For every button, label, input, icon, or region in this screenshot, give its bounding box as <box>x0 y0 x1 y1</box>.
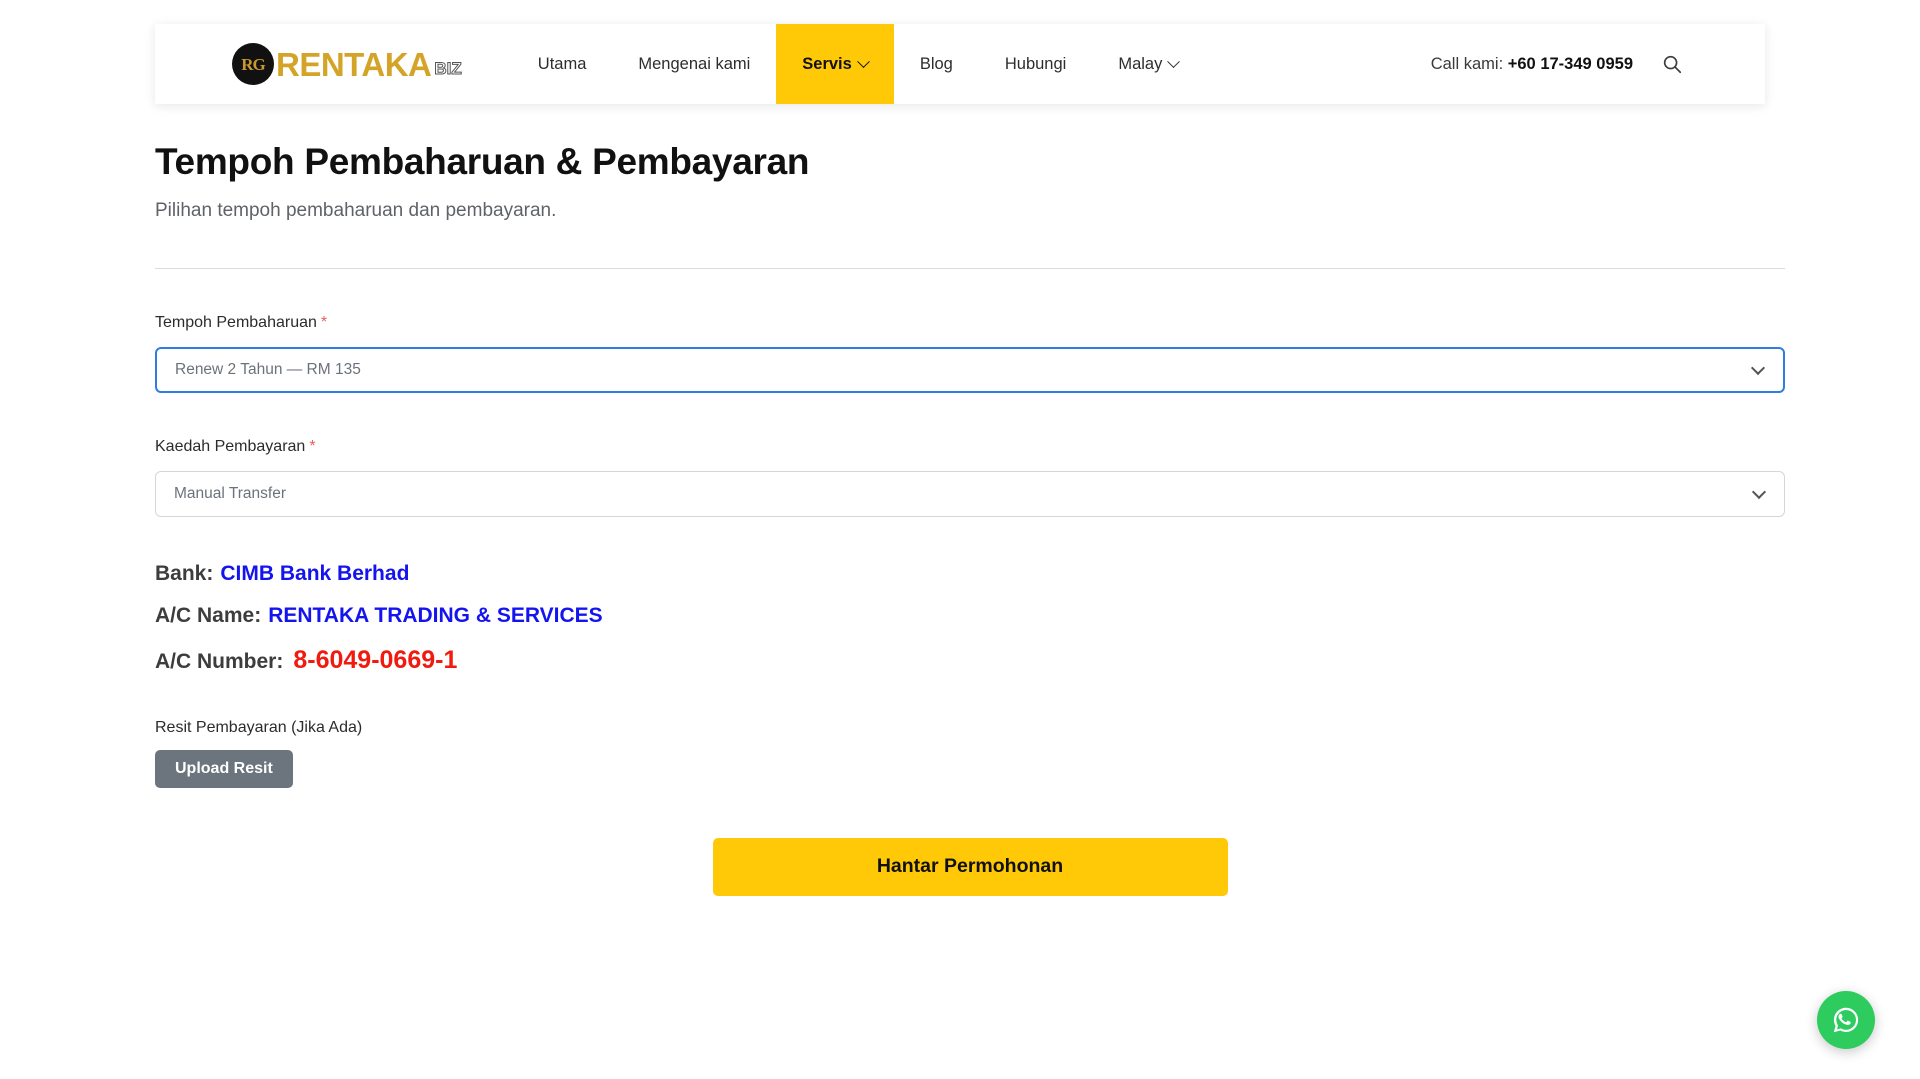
chevron-down-icon <box>1752 485 1766 499</box>
upload-resit-button[interactable]: Upload Resit <box>155 750 293 788</box>
select-value: Manual Transfer <box>174 485 286 503</box>
nav-item-hubungi[interactable]: Hubungi <box>979 24 1092 104</box>
field-kaedah-pembayaran: Kaedah Pembayaran* Manual Transfer <box>155 438 1785 517</box>
label-text: Kaedah Pembayaran <box>155 438 305 455</box>
field-label: Kaedah Pembayaran* <box>155 438 1785 456</box>
nav-label: Utama <box>538 55 587 74</box>
label-text: Tempoh Pembaharuan <box>155 314 317 331</box>
site-header: RG RENTAKA BIZ Utama Mengenai kami Servi… <box>155 24 1765 104</box>
bank-details: Bank: CIMB Bank Berhad A/C Name: RENTAKA T… <box>155 553 1785 685</box>
logo-wordmark: RENTAKA <box>276 48 431 81</box>
call-prefix-label: Call kami: <box>1431 55 1503 73</box>
account-name-value: RENTAKA TRADING & SERVICES <box>268 604 602 627</box>
chevron-down-icon <box>1751 361 1765 375</box>
bank-label: Bank: <box>155 562 213 585</box>
select-value: Renew 2 Tahun — RM 135 <box>175 361 361 379</box>
logo-suffix: BIZ <box>434 60 461 77</box>
select-tempoh-pembaharuan[interactable]: Renew 2 Tahun — RM 135 <box>155 347 1785 393</box>
logo-badge-icon: RG <box>232 43 274 85</box>
page-root: RG RENTAKA BIZ Utama Mengenai kami Servi… <box>0 0 1920 1079</box>
nav-label: Malay <box>1118 55 1162 74</box>
chevron-down-icon <box>1167 55 1180 68</box>
phone-number[interactable]: +60 17-349 0959 <box>1508 55 1633 73</box>
nav-item-servis[interactable]: Servis <box>776 24 894 104</box>
bank-row-account-name: A/C Name: RENTAKA TRADING & SERVICES <box>155 595 1785 637</box>
page-title: Tempoh Pembaharuan & Pembayaran <box>155 140 1785 184</box>
main-navigation: Utama Mengenai kami Servis Blog Hubungi … <box>512 24 1205 104</box>
nav-label: Hubungi <box>1005 55 1066 74</box>
whatsapp-icon[interactable] <box>1817 991 1875 1049</box>
header-right-group: Call kami: +60 17-349 0959 <box>1431 51 1685 77</box>
bank-row-bank: Bank: CIMB Bank Berhad <box>155 553 1785 595</box>
nav-item-language-malay[interactable]: Malay <box>1092 24 1204 104</box>
nav-item-mengenai-kami[interactable]: Mengenai kami <box>612 24 776 104</box>
field-tempoh-pembaharuan: Tempoh Pembaharuan* Renew 2 Tahun — RM 1… <box>155 314 1785 393</box>
account-number-label: A/C Number: <box>155 650 283 673</box>
nav-item-utama[interactable]: Utama <box>512 24 613 104</box>
field-label: Tempoh Pembaharuan* <box>155 314 1785 332</box>
search-icon[interactable] <box>1659 51 1685 77</box>
submit-row: Hantar Permohonan <box>155 838 1785 896</box>
receipt-upload-label: Resit Pembayaran (Jika Ada) <box>155 719 1785 737</box>
account-name-label: A/C Name: <box>155 604 261 627</box>
chevron-down-icon <box>857 55 870 68</box>
site-logo[interactable]: RG RENTAKA BIZ <box>232 24 462 104</box>
call-us-text: Call kami: +60 17-349 0959 <box>1431 55 1633 74</box>
nav-label: Mengenai kami <box>638 55 750 74</box>
select-kaedah-pembayaran[interactable]: Manual Transfer <box>155 471 1785 517</box>
nav-item-blog[interactable]: Blog <box>894 24 979 104</box>
section-divider <box>155 268 1785 269</box>
nav-label: Servis <box>802 55 852 74</box>
main-content: Tempoh Pembaharuan & Pembayaran Pilihan … <box>155 140 1785 896</box>
required-asterisk: * <box>321 314 327 331</box>
bank-value: CIMB Bank Berhad <box>220 562 409 585</box>
logo-badge-text: RG <box>241 56 265 73</box>
account-number-value: 8-6049-0669-1 <box>293 646 457 674</box>
nav-label: Blog <box>920 55 953 74</box>
hantar-permohonan-button[interactable]: Hantar Permohonan <box>713 838 1228 896</box>
required-asterisk: * <box>309 438 315 455</box>
page-subtitle: Pilihan tempoh pembaharuan dan pembayara… <box>155 200 1785 222</box>
bank-row-account-number: A/C Number: 8-6049-0669-1 <box>155 637 1785 685</box>
